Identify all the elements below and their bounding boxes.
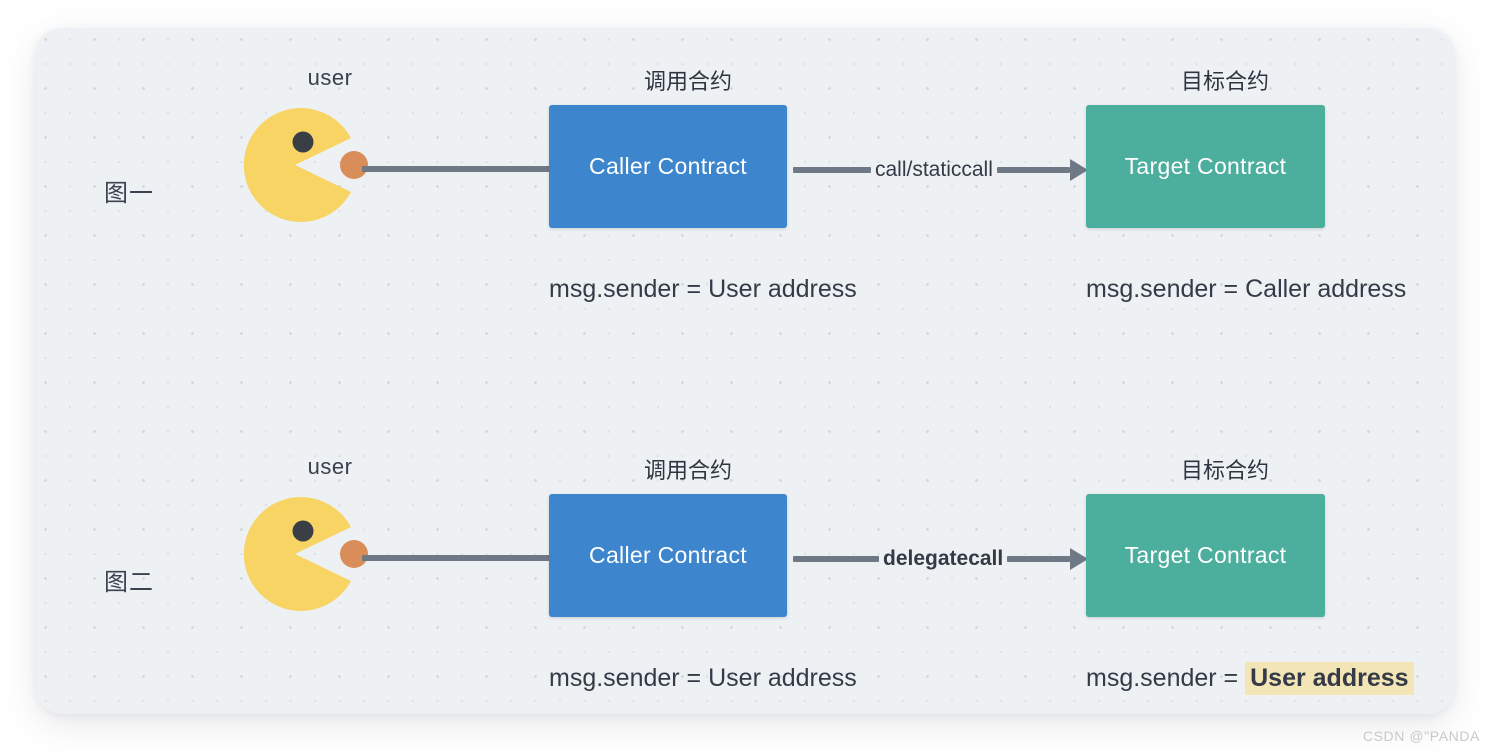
figure-1-arrow-user-to-caller bbox=[362, 158, 577, 180]
pacman-icon bbox=[243, 497, 351, 611]
figure-2-caller-contract-box[interactable]: Caller Contract bbox=[549, 494, 787, 617]
figure-2-arrow-user-to-caller bbox=[362, 547, 577, 569]
figure-2-target-contract-label: Target Contract bbox=[1124, 542, 1287, 568]
figure-2-caller-msgsender-prefix: msg.sender = bbox=[549, 664, 709, 692]
figure-1-row-label: 图一 bbox=[104, 180, 154, 207]
figure-2-arrow-label: delegatecall bbox=[883, 547, 1004, 570]
figure-1-caller-msgsender-value: User address bbox=[708, 275, 857, 303]
figure-2-target-caption: 目标合约 bbox=[1180, 458, 1269, 483]
figure-1-caller-msgsender-prefix: msg.sender = bbox=[549, 275, 709, 303]
figure-1-caller-contract-label: Caller Contract bbox=[589, 153, 747, 179]
figure-2-arrow-caller-to-target: delegatecall bbox=[793, 547, 1088, 571]
figure-1-arrow-label: call/staticcall bbox=[875, 158, 993, 181]
figure-1-arrow-caller-to-target: call/staticcall bbox=[793, 158, 1088, 182]
figure-row-1: 图一 user 调用合约 目标合约 Caller Contract call/s… bbox=[36, 28, 1454, 371]
figure-2-target-msgsender-prefix: msg.sender = bbox=[1086, 664, 1246, 692]
figure-2-user-avatar bbox=[238, 497, 368, 611]
figure-2-caller-msgsender: msg.sender = User address bbox=[549, 664, 857, 693]
figure-1-caller-caption: 调用合约 bbox=[643, 69, 732, 94]
figure-1-user-avatar bbox=[238, 108, 368, 222]
figure-row-2: 图二 user 调用合约 目标合约 Caller Contract delega… bbox=[36, 417, 1454, 714]
figure-2-caller-msgsender-value: User address bbox=[708, 664, 857, 692]
figure-2-caller-caption: 调用合约 bbox=[643, 458, 732, 483]
figure-2-target-msgsender: msg.sender = User address bbox=[1086, 662, 1414, 695]
figure-2-target-msgsender-value: User address bbox=[1245, 662, 1414, 695]
figure-1-target-msgsender-prefix: msg.sender = bbox=[1086, 275, 1246, 303]
figure-1-user-caption: user bbox=[307, 65, 353, 90]
figure-2-target-contract-box[interactable]: Target Contract bbox=[1086, 494, 1325, 617]
figure-2-row-label: 图二 bbox=[104, 569, 154, 596]
pacman-icon bbox=[243, 108, 351, 222]
figure-1-target-contract-label: Target Contract bbox=[1124, 153, 1287, 179]
figure-1-target-contract-box[interactable]: Target Contract bbox=[1086, 105, 1325, 228]
figure-1-caller-contract-box[interactable]: Caller Contract bbox=[549, 105, 787, 228]
figure-2-user-caption: user bbox=[307, 454, 353, 479]
figure-2-caller-contract-label: Caller Contract bbox=[589, 542, 747, 568]
figure-1-target-msgsender: msg.sender = Caller address bbox=[1086, 275, 1406, 304]
figure-1-target-msgsender-value: Caller address bbox=[1245, 275, 1407, 303]
figure-1-caller-msgsender: msg.sender = User address bbox=[549, 275, 857, 304]
figure-1-target-caption: 目标合约 bbox=[1180, 69, 1269, 94]
watermark: CSDN @"PANDA bbox=[1362, 728, 1480, 744]
diagram-card: 图一 user 调用合约 目标合约 Caller Contract call/s… bbox=[36, 28, 1454, 714]
